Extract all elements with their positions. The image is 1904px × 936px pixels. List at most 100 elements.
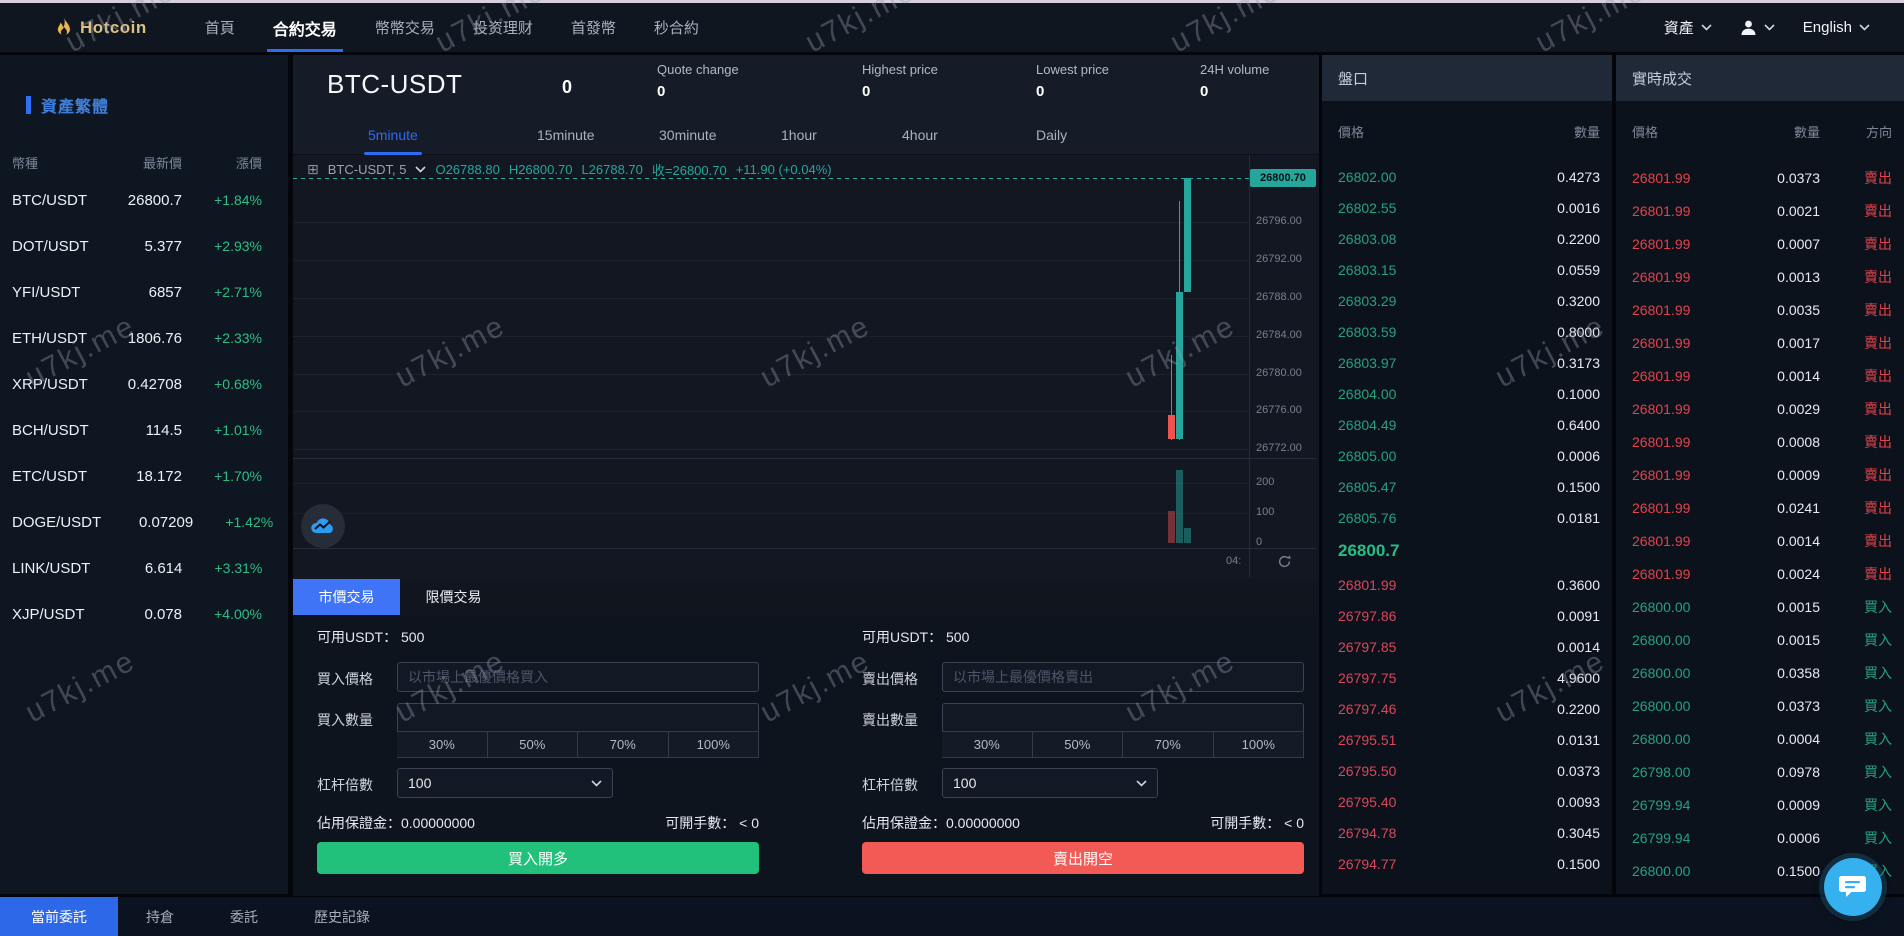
interval-tab[interactable]: 15minute [537, 118, 595, 152]
bid-row[interactable]: 26795.51 0.0131 [1322, 724, 1612, 755]
bid-row[interactable]: 26794.77 0.1500 [1322, 848, 1612, 879]
trade-row[interactable]: 26801.99 0.0035 賣出 [1616, 293, 1904, 326]
bid-row[interactable]: 26794.78 0.3045 [1322, 817, 1612, 848]
percent-button[interactable]: 50% [487, 731, 578, 758]
coin-row[interactable]: XJP/USDT 0.078 +4.00% [0, 591, 288, 637]
ask-row[interactable]: 26805.76 0.0181 [1322, 502, 1612, 533]
sidebar-title-text: 資產繁體 [41, 99, 110, 116]
nav-item[interactable]: 首頁 [205, 3, 235, 52]
nav-item[interactable]: 幣幣交易 [375, 3, 435, 52]
sell-qty-input[interactable] [942, 703, 1304, 733]
available-value: 500 [401, 629, 425, 645]
refresh-icon[interactable] [1277, 554, 1292, 569]
coin-pair: XJP/USDT [12, 605, 85, 623]
bid-row[interactable]: 26795.50 0.0373 [1322, 755, 1612, 786]
bid-row[interactable]: 26797.75 4.9600 [1322, 662, 1612, 693]
brand[interactable]: Hotcoin [55, 16, 147, 39]
trade-row[interactable]: 26801.99 0.0007 賣出 [1616, 227, 1904, 260]
percent-button[interactable]: 30% [942, 731, 1033, 758]
trade-row[interactable]: 26801.99 0.0008 賣出 [1616, 425, 1904, 458]
ask-row[interactable]: 26803.29 0.3200 [1322, 285, 1612, 316]
assets-dropdown[interactable]: 資產 [1664, 17, 1712, 38]
trade-row[interactable]: 26799.94 0.0006 買入 [1616, 821, 1904, 854]
trade-row[interactable]: 26801.99 0.0013 賣出 [1616, 260, 1904, 293]
coin-row[interactable]: XRP/USDT 0.42708 +0.68% [0, 361, 288, 407]
price-chart[interactable]: ⊞ BTC-USDT, 5 O26788.80 H26800.70 L26788… [293, 155, 1319, 577]
sell-price-input[interactable] [942, 662, 1304, 692]
trade-row[interactable]: 26800.00 0.0004 買入 [1616, 722, 1904, 755]
trade-row[interactable]: 26801.99 0.0021 賣出 [1616, 194, 1904, 227]
coin-row[interactable]: LINK/USDT 6.614 +3.31% [0, 545, 288, 591]
buy-leverage-select[interactable]: 100 [397, 768, 613, 798]
orders-tab[interactable]: 當前委託 [0, 897, 118, 936]
trade-row[interactable]: 26800.00 0.0015 買入 [1616, 623, 1904, 656]
ask-row[interactable]: 26803.08 0.2200 [1322, 223, 1612, 254]
coin-row[interactable]: ETC/USDT 18.172 +1.70% [0, 453, 288, 499]
percent-button[interactable]: 70% [1123, 731, 1214, 758]
buy-qty-input[interactable] [397, 703, 759, 733]
nav-item[interactable]: 首發幣 [571, 3, 616, 52]
ask-row[interactable]: 26803.59 0.8000 [1322, 316, 1612, 347]
coin-row[interactable]: ETH/USDT 1806.76 +2.33% [0, 315, 288, 361]
percent-button[interactable]: 70% [578, 731, 669, 758]
nav-item[interactable]: 合約交易 [266, 3, 343, 52]
ask-row[interactable]: 26803.15 0.0559 [1322, 254, 1612, 285]
percent-button[interactable]: 100% [1213, 731, 1304, 758]
trade-direction: 買入 [1864, 631, 1892, 648]
ask-row[interactable]: 26805.00 0.0006 [1322, 440, 1612, 471]
bid-row[interactable]: 26797.46 0.2200 [1322, 693, 1612, 724]
ask-row[interactable]: 26805.47 0.1500 [1322, 471, 1612, 502]
buy-price-input[interactable] [397, 662, 759, 692]
interval-tab[interactable]: Daily [1036, 118, 1067, 152]
bid-row[interactable]: 26797.86 0.0091 [1322, 600, 1612, 631]
interval-tab[interactable]: 1hour [781, 118, 817, 152]
sell-open-short-button[interactable]: 賣出開空 [862, 842, 1304, 874]
sell-leverage-select[interactable]: 100 [942, 768, 1158, 798]
trade-row[interactable]: 26800.00 0.0015 買入 [1616, 590, 1904, 623]
nav-item[interactable]: 投资理财 [473, 3, 533, 52]
interval-tab[interactable]: 30minute [659, 118, 717, 152]
order-type-tab[interactable]: 限價交易 [400, 579, 507, 615]
orders-tab[interactable]: 持倉 [118, 897, 202, 936]
orders-tab[interactable]: 委託 [202, 897, 286, 936]
trade-row[interactable]: 26799.94 0.0009 買入 [1616, 788, 1904, 821]
buy-form: 可用USDT： 500 買入價格 買入數量 30%50%70%100% 杠杆倍數… [317, 615, 762, 896]
trade-row[interactable]: 26801.99 0.0024 賣出 [1616, 557, 1904, 590]
language-dropdown[interactable]: English [1803, 19, 1870, 36]
bid-row[interactable]: 26801.99 0.3600 [1322, 569, 1612, 600]
coin-row[interactable]: DOGE/USDT 0.07209 +1.42% [0, 499, 288, 545]
percent-button[interactable]: 50% [1032, 731, 1123, 758]
buy-open-long-button[interactable]: 買入開多 [317, 842, 759, 874]
bid-row[interactable]: 26795.40 0.0093 [1322, 786, 1612, 817]
chat-button[interactable] [1824, 858, 1882, 916]
ask-row[interactable]: 26802.00 0.4273 [1322, 161, 1612, 192]
trade-row[interactable]: 26800.00 0.0373 買入 [1616, 689, 1904, 722]
trade-row[interactable]: 26801.99 0.0014 賣出 [1616, 359, 1904, 392]
orders-tab[interactable]: 歷史記錄 [286, 897, 398, 936]
coin-row[interactable]: YFI/USDT 6857 +2.71% [0, 269, 288, 315]
trade-row[interactable]: 26798.00 0.0978 買入 [1616, 755, 1904, 788]
bid-row[interactable]: 26797.85 0.0014 [1322, 631, 1612, 662]
interval-tab[interactable]: 5minute [364, 118, 422, 155]
trade-row[interactable]: 26801.99 0.0241 賣出 [1616, 491, 1904, 524]
trade-row[interactable]: 26801.99 0.0029 賣出 [1616, 392, 1904, 425]
coin-row[interactable]: DOT/USDT 5.377 +2.93% [0, 223, 288, 269]
coin-row[interactable]: BTC/USDT 26800.7 +1.84% [0, 177, 288, 223]
user-menu[interactable] [1740, 19, 1775, 36]
trade-row[interactable]: 26801.99 0.0017 賣出 [1616, 326, 1904, 359]
trade-row[interactable]: 26801.99 0.0014 賣出 [1616, 524, 1904, 557]
ask-row[interactable]: 26804.00 0.1000 [1322, 378, 1612, 409]
margin-text: 佔用保證金：0.00000000 [317, 815, 475, 831]
ask-row[interactable]: 26804.49 0.6400 [1322, 409, 1612, 440]
order-type-tab[interactable]: 市價交易 [293, 579, 400, 615]
interval-tab[interactable]: 4hour [902, 118, 938, 152]
coin-row[interactable]: BCH/USDT 114.5 +1.01% [0, 407, 288, 453]
trade-row[interactable]: 26800.00 0.0358 買入 [1616, 656, 1904, 689]
ask-row[interactable]: 26803.97 0.3173 [1322, 347, 1612, 378]
nav-item[interactable]: 秒合約 [654, 3, 699, 52]
trade-row[interactable]: 26801.99 0.0009 賣出 [1616, 458, 1904, 491]
percent-button[interactable]: 30% [397, 731, 488, 758]
percent-button[interactable]: 100% [668, 731, 759, 758]
trade-row[interactable]: 26801.99 0.0373 賣出 [1616, 161, 1904, 194]
ask-row[interactable]: 26802.55 0.0016 [1322, 192, 1612, 223]
